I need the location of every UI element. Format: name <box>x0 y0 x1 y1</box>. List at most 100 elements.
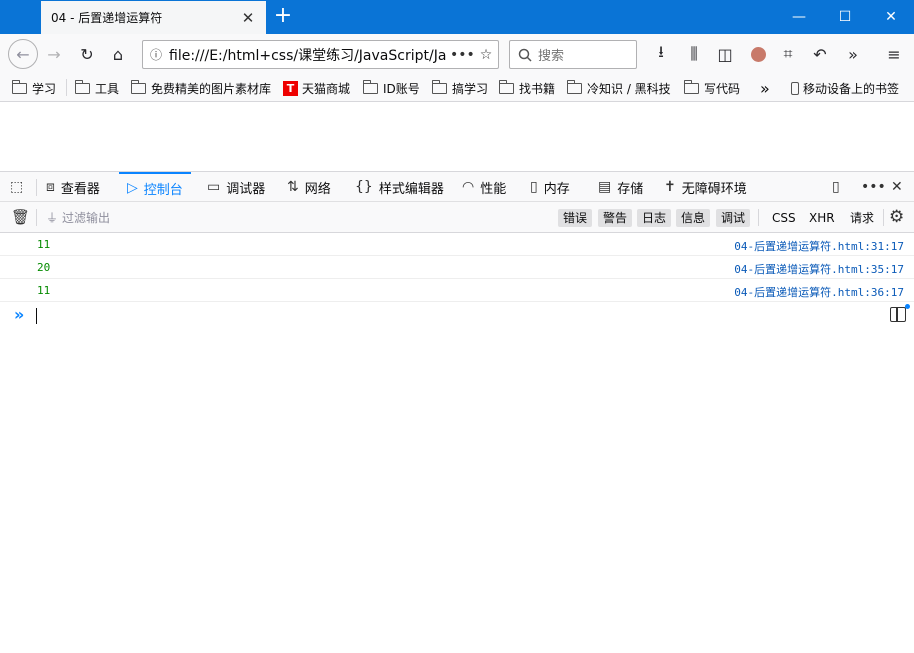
undo-icon[interactable]: ↶ <box>806 40 834 68</box>
folder-icon <box>362 79 378 94</box>
bookmark-folder[interactable]: 学习 <box>11 79 56 97</box>
folder-icon <box>431 79 447 94</box>
filter-warnings-button[interactable]: 警告 <box>598 209 633 227</box>
search-icon <box>518 48 532 62</box>
console-prompt-icon: » <box>14 305 25 324</box>
back-icon[interactable]: ← <box>8 39 38 69</box>
trash-icon[interactable]: 🗑 <box>11 208 30 226</box>
inspector-icon: ⧈ <box>46 179 55 195</box>
url-bar[interactable]: ⓘ file:///E:/html+css/课堂练习/JavaScript/Ja… <box>142 40 499 69</box>
source-link[interactable]: 04-后置递增运算符.html:36:17 <box>734 284 904 300</box>
new-tab-icon[interactable]: + <box>272 5 294 27</box>
page-content <box>0 103 914 171</box>
source-link[interactable]: 04-后置递增运算符.html:35:17 <box>734 261 904 277</box>
reload-icon[interactable]: ↻ <box>73 40 101 68</box>
console-message: 20 04-后置递增运算符.html:35:17 <box>0 256 914 279</box>
search-bar[interactable]: 搜索 <box>509 40 637 69</box>
tab-performance[interactable]: ◠ 性能 <box>462 172 506 202</box>
bookmark-folder[interactable]: 搞学习 <box>431 79 488 97</box>
braces-icon: {} <box>355 179 373 195</box>
page-actions-icon[interactable]: ••• <box>450 47 475 63</box>
home-icon[interactable]: ⌂ <box>104 40 132 68</box>
filter-errors-button[interactable]: 错误 <box>558 209 593 227</box>
source-link[interactable]: 04-后置递增运算符.html:31:17 <box>734 238 904 254</box>
tmall-icon: T <box>283 80 298 96</box>
close-devtools-icon[interactable]: ✕ <box>891 172 909 202</box>
tab-accessibility[interactable]: ✝ 无障碍环境 <box>664 172 747 202</box>
overflow-chevron-icon[interactable]: » <box>839 40 867 68</box>
filter-debug-button[interactable]: 调试 <box>716 209 751 227</box>
browser-tab[interactable]: 04 - 后置递增运算符 ✕ <box>41 1 266 34</box>
url-text[interactable]: file:///E:/html+css/课堂练习/JavaScript/Ja <box>169 45 450 65</box>
screenshot-icon[interactable]: ⌗ <box>774 40 802 68</box>
memory-icon: ▯ <box>530 179 538 195</box>
bookmark-folder[interactable]: 免费精美的图片素材库 <box>130 79 271 97</box>
divider <box>758 209 759 226</box>
title-bar: 04 - 后置递增运算符 ✕ + — ☐ ✕ <box>0 0 914 34</box>
more-options-icon[interactable]: ••• <box>861 172 892 202</box>
tab-style-editor[interactable]: {} 样式编辑器 <box>355 172 444 202</box>
sidebar-icon[interactable]: ◫ <box>711 40 739 68</box>
folder-icon <box>683 79 699 94</box>
settings-gear-icon[interactable]: ⚙ <box>889 207 904 227</box>
minimize-icon[interactable]: — <box>776 0 822 34</box>
tab-console[interactable]: ▷ 控制台 <box>119 172 191 202</box>
console-input[interactable] <box>36 308 37 324</box>
bookmark-folder[interactable]: 工具 <box>74 79 119 97</box>
folder-icon <box>11 79 27 94</box>
debugger-icon: ▭ <box>207 179 221 195</box>
menu-icon[interactable]: ≡ <box>880 40 908 68</box>
filter-requests-button[interactable]: 请求 <box>845 209 879 227</box>
tab-inspector[interactable]: ⧈ 查看器 <box>46 172 100 202</box>
console-output: 11 04-后置递增运算符.html:31:17 20 04-后置递增运算符.h… <box>0 233 914 653</box>
notification-dot-icon <box>905 304 910 309</box>
bookmark-folder[interactable]: 写代码 <box>683 79 740 97</box>
tab-network[interactable]: ⇅ 网络 <box>287 172 331 202</box>
window-close-icon[interactable]: ✕ <box>868 0 914 34</box>
tab-storage[interactable]: ▤ 存储 <box>598 172 643 202</box>
mobile-bookmarks[interactable]: 移动设备上的书签 <box>791 79 899 97</box>
tab-debugger[interactable]: ▭ 调试器 <box>207 172 265 202</box>
filter-info-button[interactable]: 信息 <box>676 209 711 227</box>
console-filter-bar: 🗑 ⏚ 过滤输出 错误 警告 日志 信息 调试 CSS XHR 请求 ⚙ <box>0 202 914 233</box>
filter-icon: ⏚ <box>46 211 59 225</box>
filter-xhr-button[interactable]: XHR <box>804 209 840 227</box>
split-console-icon[interactable] <box>890 307 906 322</box>
download-icon[interactable]: ⭳ <box>647 40 675 68</box>
library-icon[interactable]: ⫼ <box>680 40 708 68</box>
maximize-icon[interactable]: ☐ <box>822 0 868 34</box>
filter-logs-button[interactable]: 日志 <box>637 209 672 227</box>
avatar[interactable] <box>744 40 772 68</box>
element-picker-icon[interactable]: ⬚ <box>10 172 29 202</box>
bookmarks-overflow-icon[interactable]: » <box>760 79 770 98</box>
bookmark-link[interactable]: T 天猫商城 <box>283 79 350 97</box>
network-icon: ⇅ <box>287 179 299 195</box>
log-value: 11 <box>37 238 51 251</box>
folder-icon <box>74 79 90 94</box>
folder-icon <box>498 79 514 94</box>
divider <box>36 209 37 226</box>
folder-icon <box>566 79 582 94</box>
log-value: 20 <box>37 261 51 274</box>
divider <box>66 79 67 96</box>
console-icon: ▷ <box>127 180 138 196</box>
filter-css-button[interactable]: CSS <box>767 209 801 227</box>
bookmark-folder[interactable]: ID账号 <box>362 79 420 97</box>
close-tab-icon[interactable]: ✕ <box>240 9 256 27</box>
tab-memory[interactable]: ▯ 内存 <box>530 172 570 202</box>
gauge-icon: ◠ <box>462 179 475 195</box>
filter-placeholder: 过滤输出 <box>62 211 111 225</box>
forward-icon[interactable]: → <box>40 40 68 68</box>
info-icon[interactable]: ⓘ <box>143 46 169 63</box>
bookmarks-bar: 学习 工具 免费精美的图片素材库 T 天猫商城 ID账号 搞学习 找书籍 冷知识 … <box>0 74 914 102</box>
bookmark-star-icon[interactable]: ☆ <box>474 47 498 63</box>
divider <box>36 179 37 196</box>
accessibility-icon: ✝ <box>664 179 676 195</box>
filter-input[interactable]: ⏚ 过滤输出 <box>46 209 110 226</box>
bookmark-folder[interactable]: 冷知识 / 黑科技 <box>566 79 671 97</box>
console-message: 11 04-后置递增运算符.html:31:17 <box>0 233 914 256</box>
storage-icon: ▤ <box>598 179 612 195</box>
navigation-bar: ← → ↻ ⌂ ⓘ file:///E:/html+css/课堂练习/JavaS… <box>0 34 914 74</box>
bookmark-folder[interactable]: 找书籍 <box>498 79 555 97</box>
responsive-design-icon[interactable]: ▯ <box>832 172 846 202</box>
